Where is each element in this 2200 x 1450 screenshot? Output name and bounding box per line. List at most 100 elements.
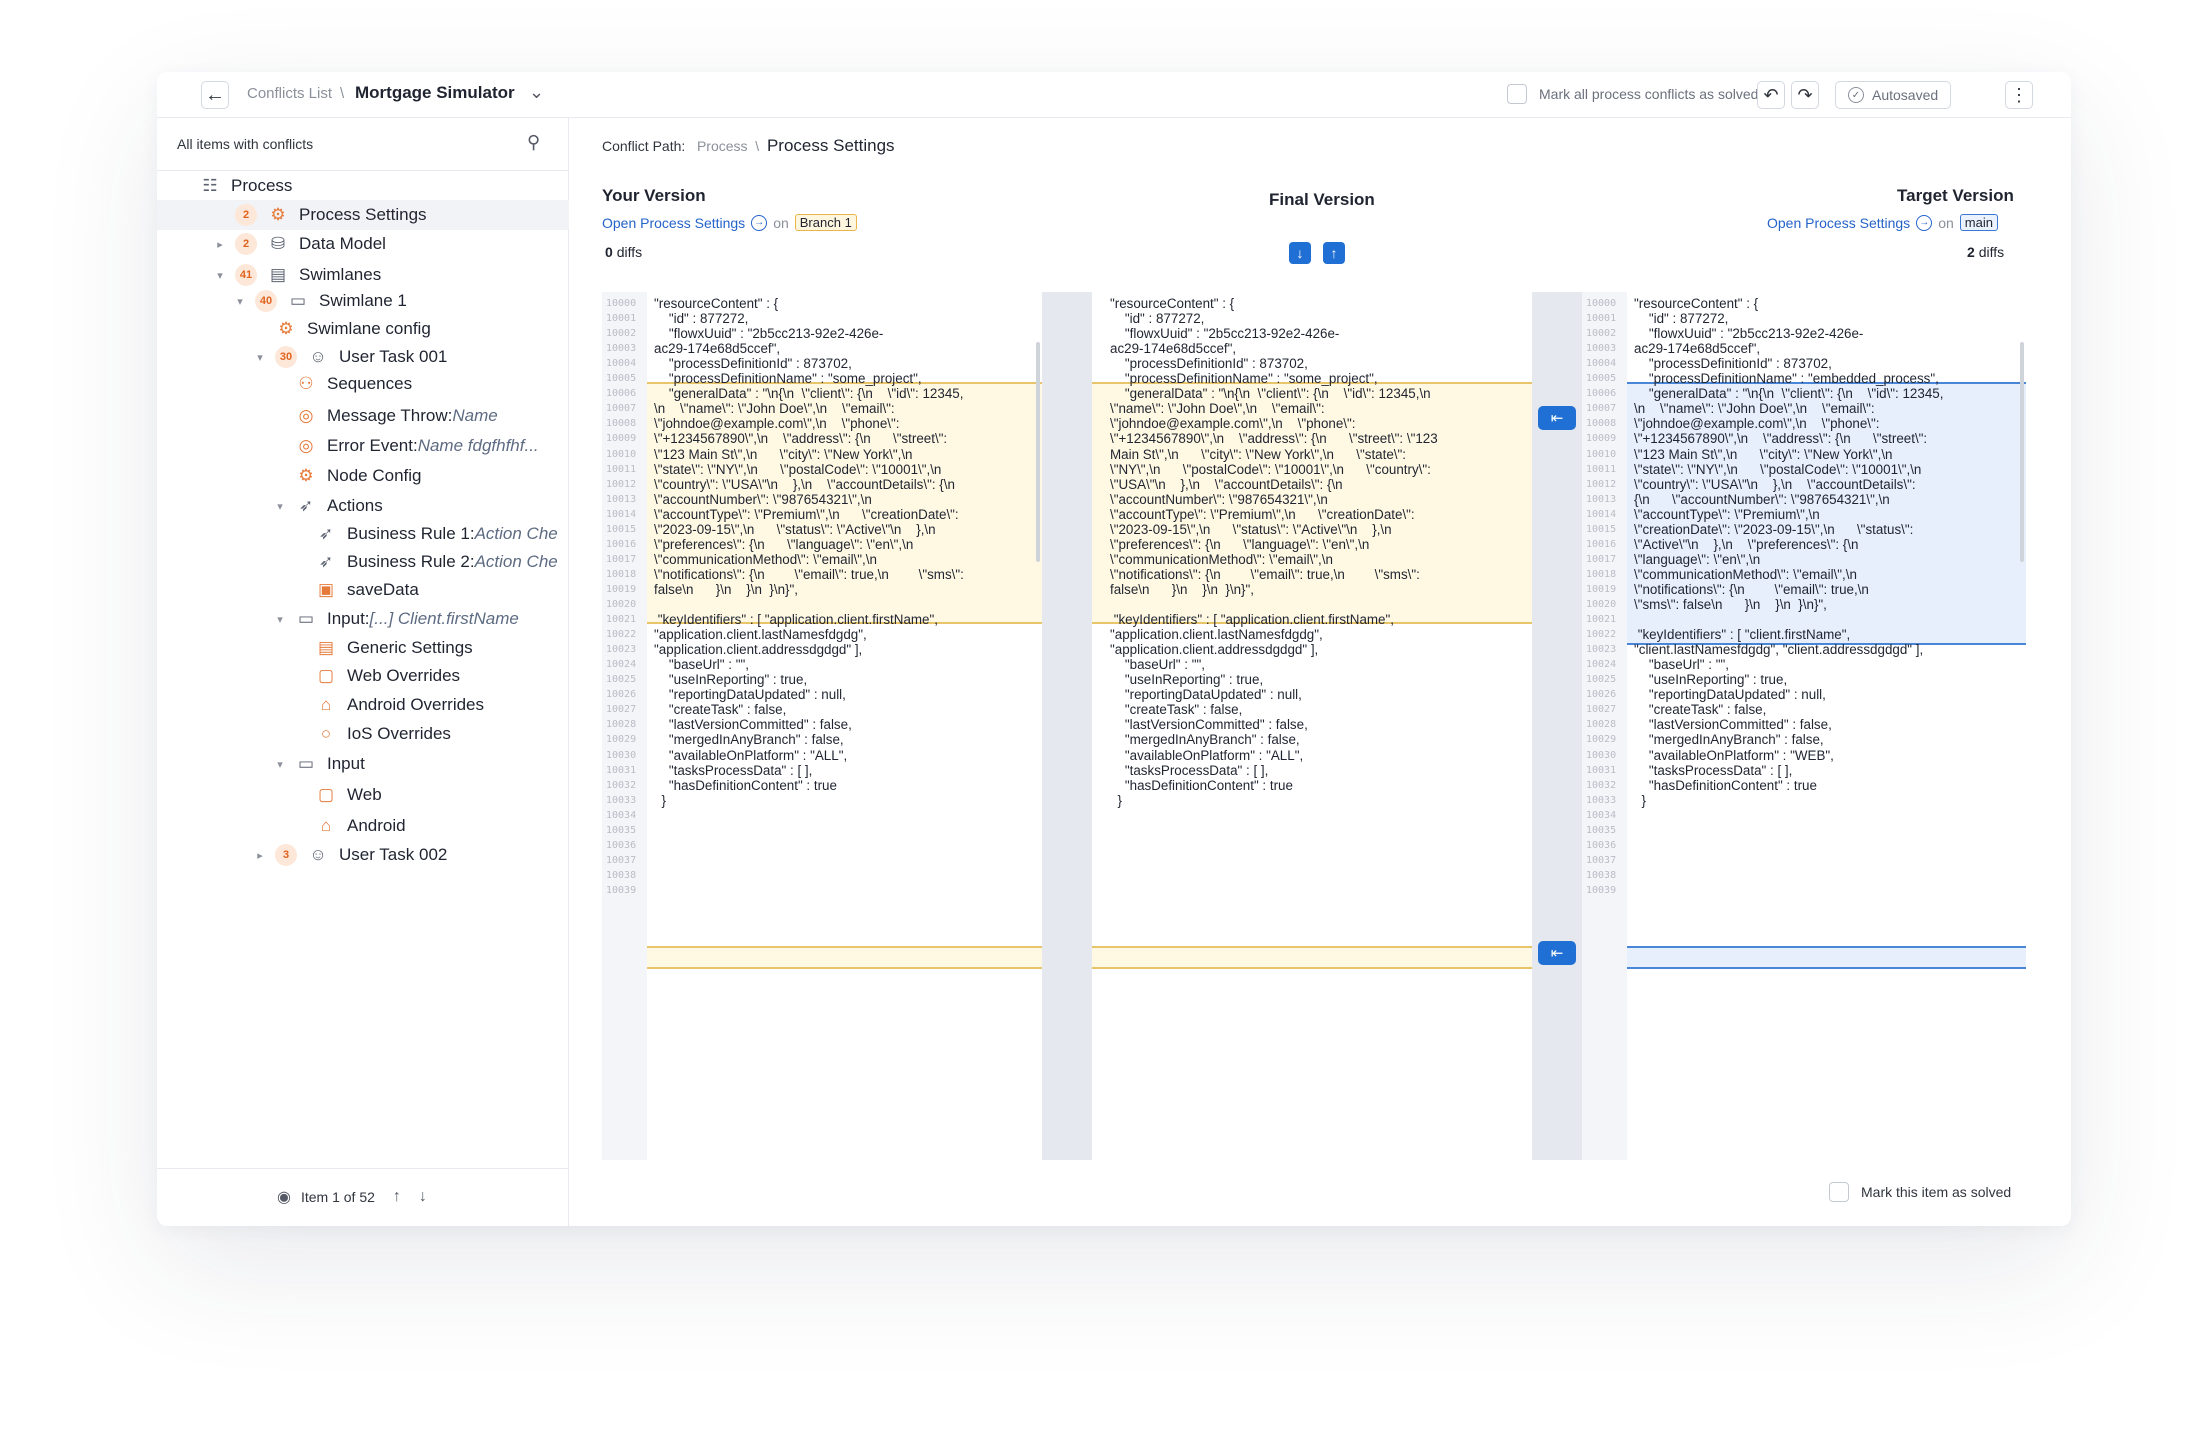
code-line: Main St\",\n \"city\": \"New York\",\n \… bbox=[1110, 446, 1406, 462]
tree-item[interactable]: ➶ Business Rule 2: Action Che bbox=[157, 547, 569, 577]
line-number: 10022 bbox=[606, 629, 637, 641]
code-line: \"preferences\": {\n \"language\": \"en\… bbox=[654, 536, 914, 552]
user-icon: ☺ bbox=[309, 845, 327, 864]
tree-item[interactable]: ▾ 40 ▭ Swimlane 1 bbox=[157, 286, 569, 316]
tree-item[interactable]: ⚇ Sequences bbox=[157, 369, 569, 399]
tree-item[interactable]: ⚙ Node Config bbox=[157, 461, 569, 491]
conflict-path-root[interactable]: Process bbox=[697, 138, 748, 154]
code-line: "mergedInAnyBranch" : false, bbox=[654, 732, 844, 748]
tree-item[interactable]: ⚙ Swimlane config bbox=[157, 314, 569, 344]
chevron-down-icon[interactable]: ▾ bbox=[273, 613, 287, 626]
prev-item-button[interactable]: ↑ bbox=[393, 1188, 401, 1206]
code-line: "processDefinitionId" : 873702, bbox=[1634, 356, 1832, 372]
code-line: "keyIdentifiers" : [ "application.client… bbox=[654, 612, 938, 628]
code-line: "keyIdentifiers" : [ "client.firstName", bbox=[1634, 627, 1851, 643]
tree-item[interactable]: ○ IoS Overrides bbox=[157, 719, 569, 749]
chevron-down-icon[interactable]: ▾ bbox=[273, 758, 287, 771]
code-line: \"2023-09-15\",\n \"status\": \"Active\"… bbox=[1110, 521, 1392, 537]
code-line: "lastVersionCommitted" : false, bbox=[1110, 717, 1308, 733]
tree-item[interactable]: ▾ ▭ Input bbox=[157, 749, 569, 779]
code-line: "resourceContent" : { bbox=[1634, 296, 1759, 311]
undo-icon: ↶ bbox=[1763, 84, 1779, 105]
back-button[interactable]: ← bbox=[201, 81, 229, 109]
filter-label[interactable]: All items with conflicts bbox=[177, 136, 313, 152]
code-line: "hasDefinitionContent" : true bbox=[654, 777, 837, 793]
tree-item[interactable]: ▾ ▭ Input: [...] Client.firstName bbox=[157, 604, 569, 634]
search-icon[interactable]: ⚲ bbox=[527, 132, 540, 153]
chevron-down-icon[interactable]: ▾ bbox=[233, 295, 247, 308]
tree-item-label: Node Config bbox=[327, 466, 422, 485]
code-line: "tasksProcessData" : [ ], bbox=[654, 762, 813, 778]
next-item-button[interactable]: ↓ bbox=[419, 1188, 427, 1206]
tree-item[interactable]: ☷ Process bbox=[157, 171, 569, 201]
line-number: 10032 bbox=[1586, 779, 1617, 791]
mark-all-solved[interactable]: Mark all process conflicts as solved bbox=[1507, 84, 1758, 104]
line-number: 10017 bbox=[606, 553, 637, 565]
breadcrumb-conflicts-list[interactable]: Conflicts List bbox=[247, 85, 332, 102]
line-number: 10009 bbox=[606, 433, 637, 445]
line-number: 10033 bbox=[606, 794, 637, 806]
tree-item[interactable]: ◎ Message Throw: Name bbox=[157, 401, 569, 431]
code-line: "baseUrl" : "", bbox=[654, 657, 749, 673]
location-pin-icon: ◉ bbox=[277, 1189, 291, 1206]
conflict-border bbox=[1092, 946, 1532, 948]
open-process-settings-link-your[interactable]: Open Process Settings bbox=[602, 215, 745, 231]
target-version-editor[interactable]: 10000 10001 10002 10003 10004 10005 10006 10007… bbox=[1582, 292, 2026, 1160]
tree-item[interactable]: ▣ saveData bbox=[157, 575, 569, 605]
scrollbar[interactable] bbox=[1036, 342, 1040, 562]
line-number: 10011 bbox=[606, 463, 637, 475]
tree-item[interactable]: ⌂ Android bbox=[157, 811, 569, 841]
line-number: 10016 bbox=[1586, 538, 1617, 550]
open-process-settings-link-target[interactable]: Open Process Settings bbox=[1767, 215, 1910, 231]
code-line: \"state\": \"NY\",\n \"postalCode\": \"1… bbox=[654, 461, 942, 477]
tree-item[interactable]: ▤ Generic Settings bbox=[157, 633, 569, 663]
chevron-down-icon[interactable]: ▾ bbox=[273, 500, 287, 513]
prev-diff-button[interactable]: ↑ bbox=[1323, 242, 1345, 264]
mark-item-checkbox[interactable] bbox=[1829, 1182, 1849, 1202]
your-diffs-count: 0 diffs bbox=[605, 244, 642, 260]
chevron-down-icon[interactable]: ▾ bbox=[253, 351, 267, 364]
undo-button[interactable]: ↶ bbox=[1757, 81, 1785, 109]
your-version-editor[interactable]: 10000 10001 10002 10003 10004 10005 10006 10007… bbox=[602, 292, 1042, 1160]
arrow-right-circle-icon[interactable]: → bbox=[1916, 214, 1933, 231]
code-line: "id" : 877272, bbox=[654, 311, 749, 327]
tree-item[interactable]: ▢ Web Overrides bbox=[157, 661, 569, 691]
next-diff-button[interactable]: ↓ bbox=[1289, 242, 1311, 264]
tree-item-label: Error Event: bbox=[327, 436, 418, 455]
tree-item[interactable]: ▸ 3 ☺ User Task 002 bbox=[157, 840, 569, 870]
line-number: 10027 bbox=[606, 704, 637, 716]
arrow-right-circle-icon[interactable]: → bbox=[751, 214, 768, 231]
tree-item-label: Business Rule 2: bbox=[347, 552, 475, 571]
line-number: 10003 bbox=[606, 343, 637, 355]
line-number: 10023 bbox=[1586, 644, 1617, 656]
code-line: "generalData" : "\n{\n \"client\": {\n \… bbox=[1634, 386, 1944, 402]
tree-item-label: Data Model bbox=[299, 234, 386, 253]
tree-item[interactable]: 2 ⚙ Process Settings bbox=[157, 200, 569, 230]
mark-item-solved[interactable]: Mark this item as solved bbox=[1829, 1182, 2011, 1202]
tree-item[interactable]: ⌂ Android Overrides bbox=[157, 690, 569, 720]
tree-item[interactable]: ➶ Business Rule 1: Action Che bbox=[157, 519, 569, 549]
chevron-down-icon[interactable]: ▾ bbox=[213, 269, 227, 282]
conflict-path: Conflict Path: Process \ Process Setting… bbox=[602, 136, 895, 156]
more-options-button[interactable]: ⋮ bbox=[2005, 81, 2033, 109]
code-line: "createTask" : false, bbox=[1634, 702, 1767, 718]
chevron-right-icon[interactable]: ▸ bbox=[213, 238, 227, 251]
accept-target-change-button[interactable]: ⇤ bbox=[1538, 406, 1576, 430]
tree-item[interactable]: ▾ 30 ☺ User Task 001 bbox=[157, 342, 569, 372]
mark-all-checkbox[interactable] bbox=[1507, 84, 1527, 104]
input-icon: ▭ bbox=[297, 609, 315, 628]
redo-button[interactable]: ↷ bbox=[1791, 81, 1819, 109]
mark-item-label: Mark this item as solved bbox=[1861, 1184, 2012, 1200]
chevron-down-icon[interactable]: ⌄ bbox=[529, 82, 544, 103]
tree-item[interactable]: ▾ ➶ Actions bbox=[157, 491, 569, 521]
code-line: \"+1234567890\",\n \"address\": {\n \"st… bbox=[654, 431, 948, 447]
final-version-editor[interactable]: "resourceContent" : { "id" : 877272, "fl… bbox=[1092, 292, 1532, 1160]
accept-target-change-button[interactable]: ⇤ bbox=[1538, 941, 1576, 965]
scrollbar[interactable] bbox=[2020, 342, 2024, 562]
tree-item[interactable]: ◎ Error Event: Name fdgfhfhf... bbox=[157, 431, 569, 461]
chevron-right-icon[interactable]: ▸ bbox=[253, 849, 267, 862]
conflict-count-badge: 2 bbox=[235, 204, 257, 226]
conflict-border bbox=[647, 967, 1042, 969]
tree-item[interactable]: ▸ 2 ⛁ Data Model bbox=[157, 229, 569, 259]
tree-item[interactable]: ▢ Web bbox=[157, 780, 569, 810]
